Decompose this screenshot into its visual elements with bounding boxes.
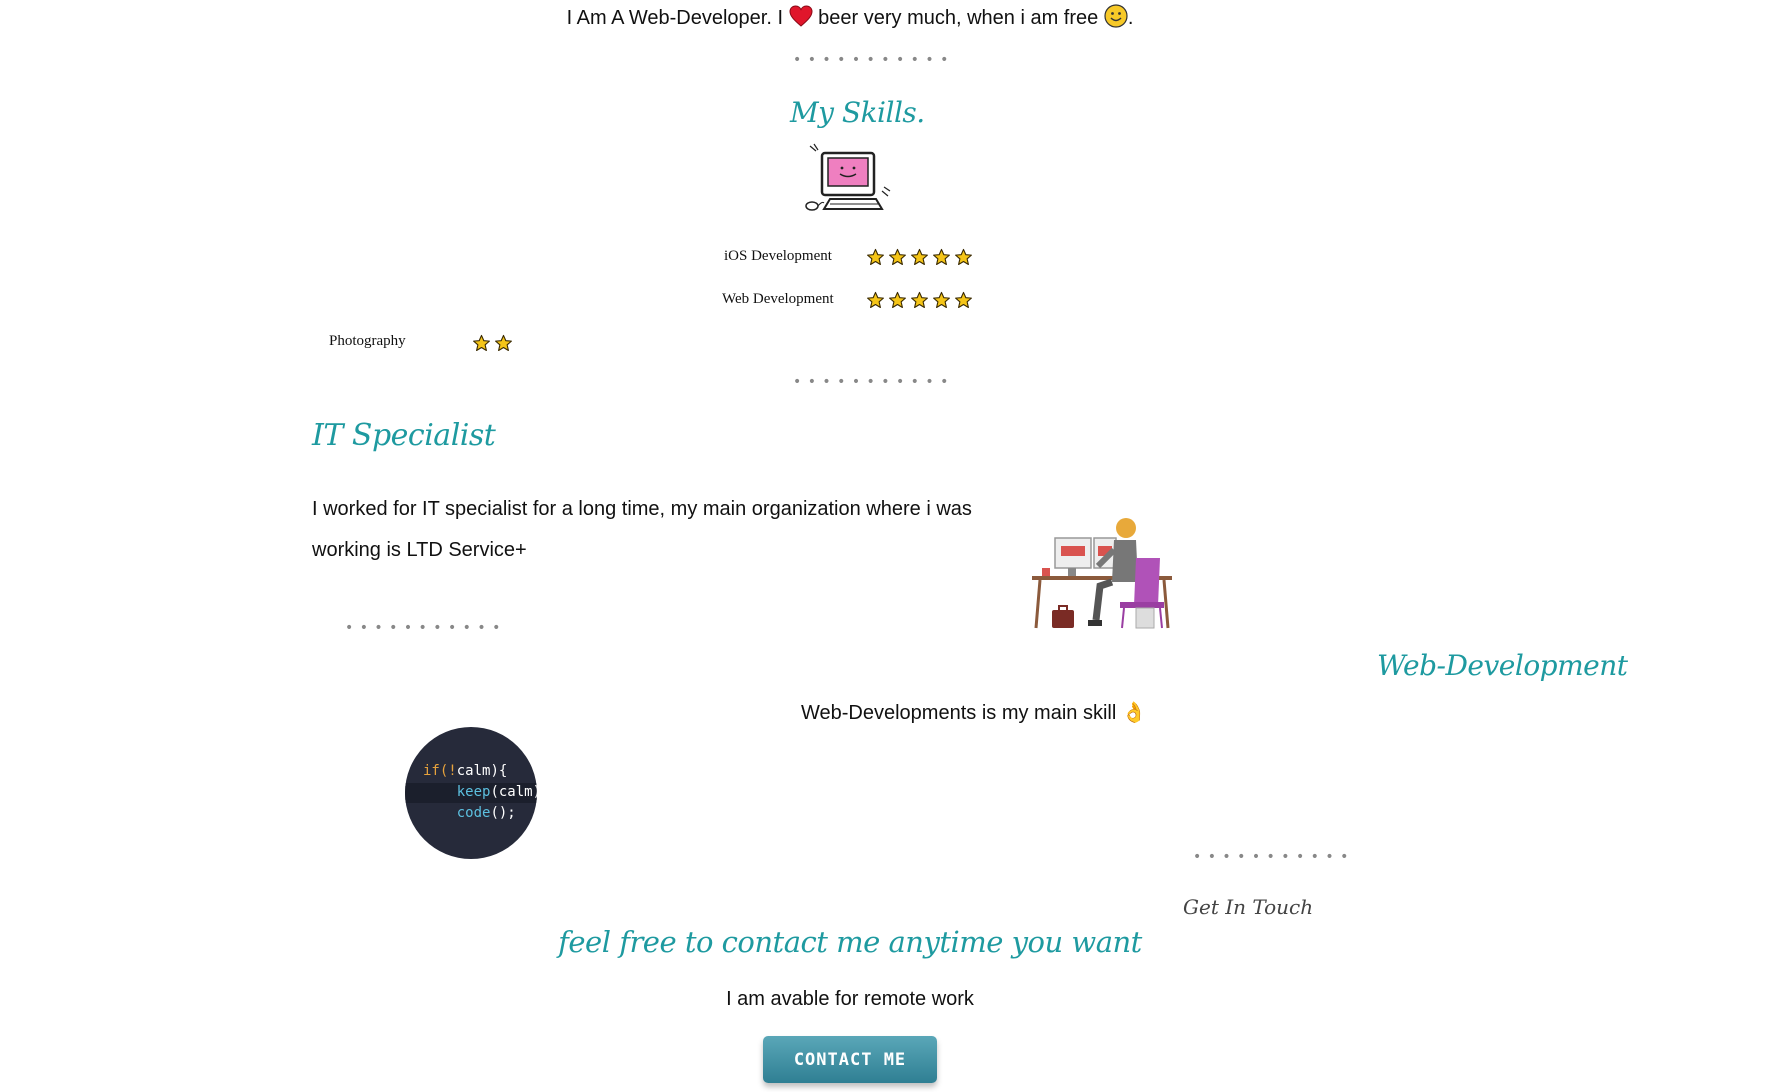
intro-line: I Am A Web-Developer. I beer very much, … (0, 4, 1700, 30)
it-specialist-title: IT Specialist (312, 418, 496, 453)
divider: • • • • • • • • • • • (793, 374, 950, 390)
skill-label-ios: iOS Development (724, 248, 832, 264)
star-icon (473, 334, 490, 352)
star-icon (955, 248, 972, 266)
star-icon (911, 248, 928, 266)
it-specialist-text: I worked for IT specialist for a long ti… (312, 498, 972, 561)
code-calm-image: if(!calm){ keep(calm); code(); (405, 727, 537, 859)
star-icon (889, 291, 906, 309)
skill-label-photography: Photography (329, 333, 406, 349)
skills-title: My Skills. (790, 96, 925, 129)
office-worker-illustration (1032, 518, 1172, 629)
intro-text-1: I Am A Web-Developer. I (566, 7, 784, 29)
contact-me-button[interactable]: CONTACT ME (763, 1036, 937, 1083)
contact-subtitle: I am avable for remote work (726, 988, 974, 1010)
star-icon (933, 248, 950, 266)
contact-title: feel free to contact me anytime you want (558, 925, 1142, 959)
intro-period: . (1127, 7, 1134, 29)
smiley-icon (1104, 4, 1128, 28)
skill-label-web: Web Development (722, 291, 834, 307)
star-icon (955, 291, 972, 309)
computer-illustration (805, 143, 891, 211)
web-development-title: Web-Development (1377, 649, 1628, 682)
divider: • • • • • • • • • • • (345, 620, 502, 636)
code-word-calm: calm (456, 763, 491, 779)
divider: • • • • • • • • • • • (1193, 849, 1350, 865)
star-icon (867, 248, 884, 266)
skill-stars-photography (472, 334, 513, 353)
star-icon (911, 291, 928, 309)
web-development-text: Web-Developments is my main skill 👌 (801, 702, 1147, 724)
star-icon (889, 248, 906, 266)
star-icon (867, 291, 884, 309)
get-in-touch-label: Get In Touch (1183, 895, 1314, 919)
divider: • • • • • • • • • • • (793, 52, 950, 68)
skill-stars-web (866, 291, 973, 310)
star-icon (933, 291, 950, 309)
heart-icon (789, 5, 813, 27)
star-icon (495, 334, 512, 352)
intro-text-2: beer very much, when i am free (818, 7, 1099, 29)
skill-stars-ios (866, 248, 973, 267)
